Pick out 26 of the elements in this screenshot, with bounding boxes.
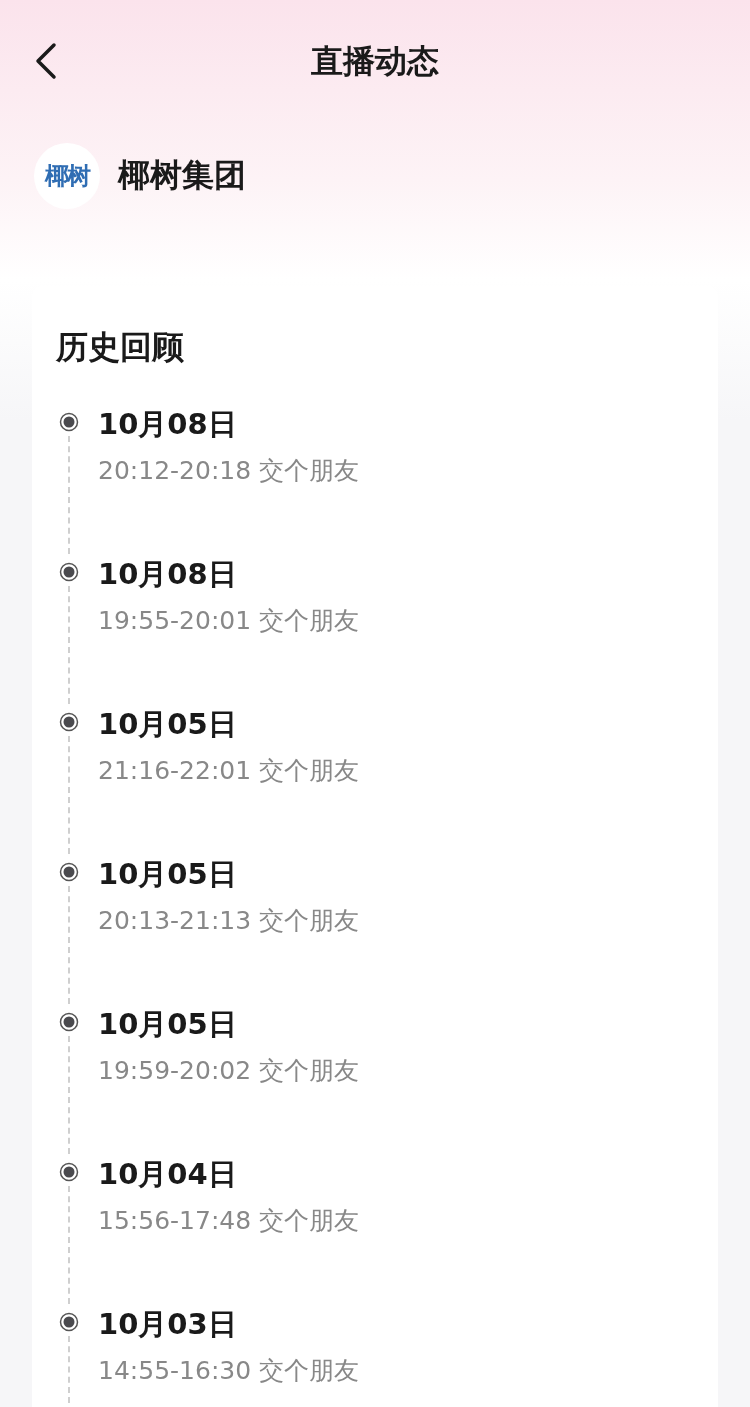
brand-name: 椰树集团 bbox=[118, 155, 246, 196]
session-date[interactable]: 10月08日 bbox=[98, 554, 360, 594]
session-detail: 19:55-20:01 交个朋友 bbox=[98, 605, 360, 637]
session-detail: 20:13-21:13 交个朋友 bbox=[98, 905, 360, 937]
session-date[interactable]: 10月03日 bbox=[98, 1304, 360, 1344]
timeline-dot-icon bbox=[59, 562, 79, 582]
session-date[interactable]: 10月08日 bbox=[98, 404, 360, 444]
session-date[interactable]: 10月05日 bbox=[98, 704, 360, 744]
session-detail: 14:55-16:30 交个朋友 bbox=[98, 1355, 360, 1387]
session-date[interactable]: 10月05日 bbox=[98, 854, 360, 894]
session-detail: 20:12-20:18 交个朋友 bbox=[98, 455, 360, 487]
timeline-dot-icon bbox=[59, 712, 79, 732]
session-detail: 19:59-20:02 交个朋友 bbox=[98, 1055, 360, 1087]
page-title: 直播动态 bbox=[311, 41, 439, 82]
timeline-dot-icon bbox=[59, 412, 79, 432]
timeline-dot-icon bbox=[59, 862, 79, 882]
timeline-dot-icon bbox=[59, 1162, 79, 1182]
section-title: 历史回顾 bbox=[56, 327, 185, 368]
timeline-dot-icon bbox=[59, 1312, 79, 1332]
brand-logo: 椰树 bbox=[34, 143, 100, 209]
timeline-dot-icon bbox=[59, 1012, 79, 1032]
session-date[interactable]: 10月04日 bbox=[98, 1154, 360, 1194]
session-date[interactable]: 10月05日 bbox=[98, 1004, 360, 1044]
session-detail: 21:16-22:01 交个朋友 bbox=[98, 755, 360, 787]
session-detail: 15:56-17:48 交个朋友 bbox=[98, 1205, 360, 1237]
back-icon[interactable] bbox=[34, 42, 58, 80]
